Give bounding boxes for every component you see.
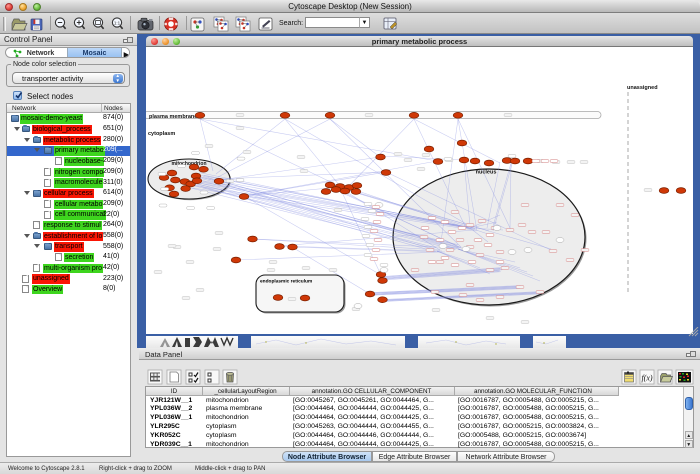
svg-text:unassigned: unassigned [627,85,658,91]
svg-text:1:1: 1:1 [114,21,121,26]
svg-text:cytoplasm: cytoplasm [148,131,175,137]
svg-text:nucleus: nucleus [476,170,497,176]
svg-text:endoplasmic reticulum: endoplasmic reticulum [260,279,312,285]
svg-text:f(x): f(x) [641,374,652,383]
svg-text:plasma membrane: plasma membrane [149,114,197,120]
